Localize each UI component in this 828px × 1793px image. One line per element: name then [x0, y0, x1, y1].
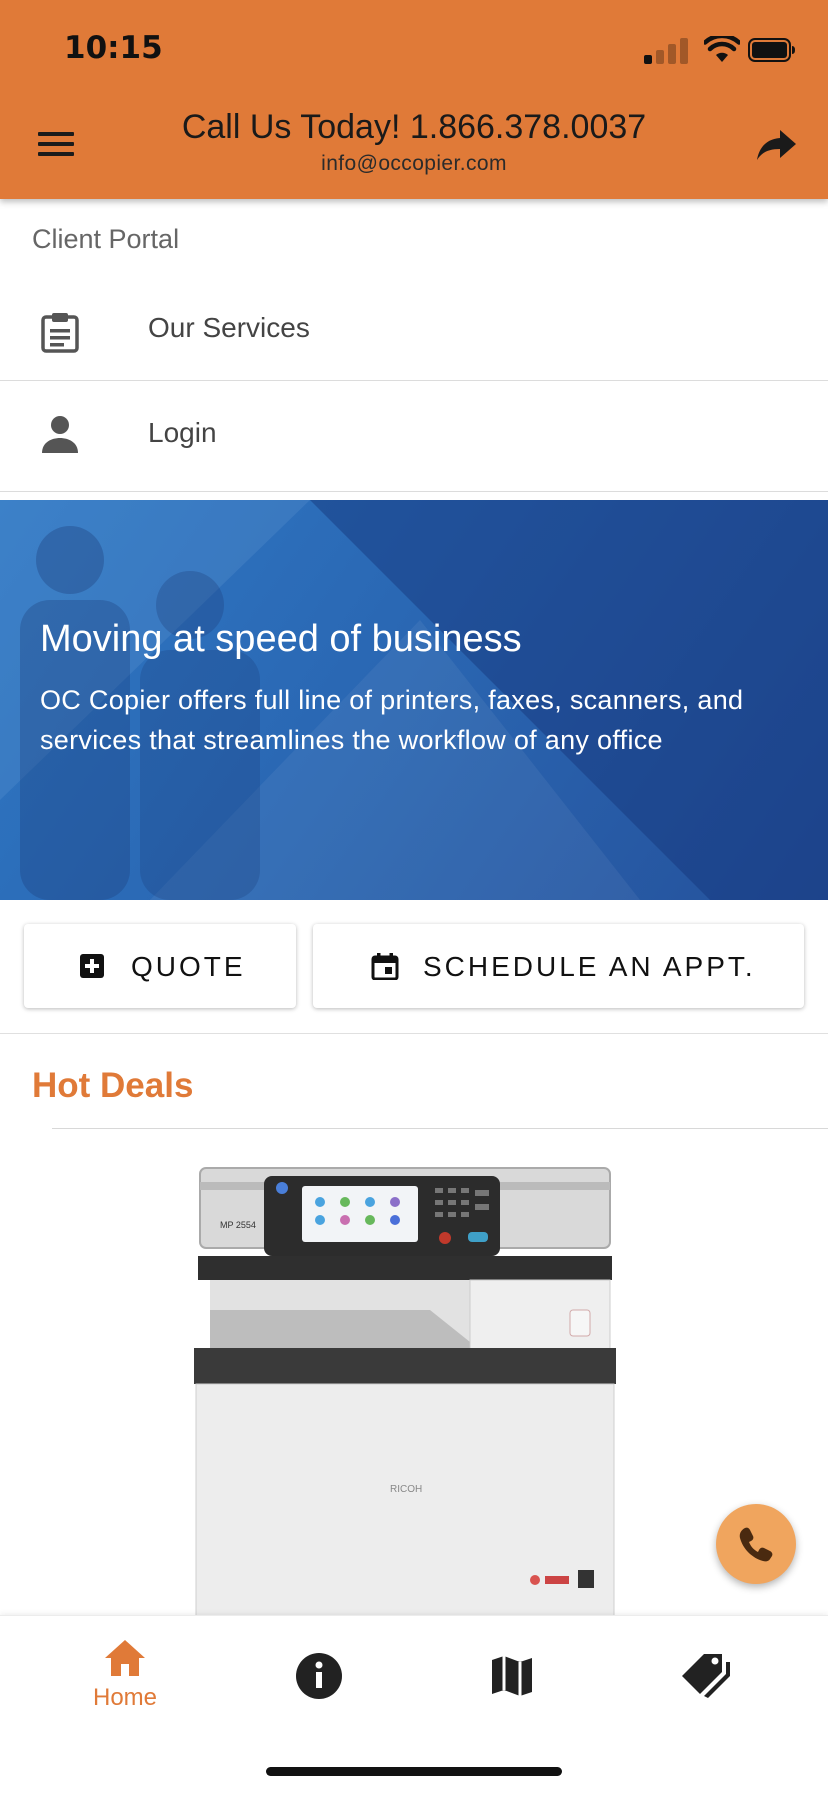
- calendar-icon: [371, 953, 399, 980]
- map-icon: [492, 1656, 532, 1696]
- nav-map[interactable]: [450, 1638, 570, 1718]
- nav-home[interactable]: Home: [65, 1638, 185, 1718]
- info-icon: [296, 1653, 342, 1699]
- schedule-label: SCHEDULE AN APPT.: [423, 951, 756, 982]
- menu-item-our-services[interactable]: Our Services: [0, 280, 828, 381]
- hero-title: Moving at speed of business: [40, 618, 522, 660]
- app-header: 10:15 Call Us Today! 1.866.378.0037 info…: [0, 0, 828, 199]
- header-phone-title[interactable]: Call Us Today! 1.866.378.0037: [0, 108, 828, 147]
- quote-icon: [80, 954, 104, 978]
- nav-deals[interactable]: [640, 1638, 760, 1718]
- hero-description: OC Copier offers full line of printers, …: [40, 685, 744, 755]
- section-divider: [0, 1033, 828, 1034]
- menu-item-label: Our Services: [148, 312, 310, 343]
- home-indicator: [266, 1767, 562, 1776]
- tag-icon: [682, 1654, 730, 1698]
- home-icon: [105, 1640, 145, 1676]
- clipboard-icon: [41, 313, 79, 353]
- copier-brand-text: RICOH: [390, 1484, 422, 1495]
- nav-info[interactable]: [257, 1638, 377, 1718]
- schedule-appointment-button[interactable]: SCHEDULE AN APPT.: [313, 924, 804, 1008]
- nav-home-label: Home: [92, 1684, 158, 1711]
- status-time: 10:15: [64, 30, 163, 66]
- battery-icon: [748, 38, 795, 62]
- wifi-icon: [704, 36, 740, 62]
- hot-deals-divider: [52, 1128, 828, 1129]
- hero-banner: Moving at speed of business OC Copier of…: [0, 500, 828, 900]
- phone-icon: [739, 1527, 773, 1562]
- call-fab-button[interactable]: [716, 1504, 796, 1584]
- client-portal-label: Client Portal: [32, 224, 180, 254]
- menu-item-label: Login: [148, 417, 217, 448]
- hot-deals-title: Hot Deals: [32, 1066, 194, 1105]
- quote-button[interactable]: QUOTE: [24, 924, 296, 1008]
- copier-model-text: MP 2554: [220, 1220, 256, 1230]
- status-icons: [642, 36, 795, 64]
- signal-icon: [642, 36, 694, 64]
- menu-item-login[interactable]: Login: [0, 381, 828, 492]
- share-arrow-icon[interactable]: [754, 124, 798, 164]
- quote-label: QUOTE: [131, 951, 246, 982]
- header-email[interactable]: info@occopier.com: [0, 152, 828, 176]
- copier-product-image[interactable]: MP 2554 RICOH: [190, 1160, 620, 1616]
- person-icon: [42, 416, 78, 453]
